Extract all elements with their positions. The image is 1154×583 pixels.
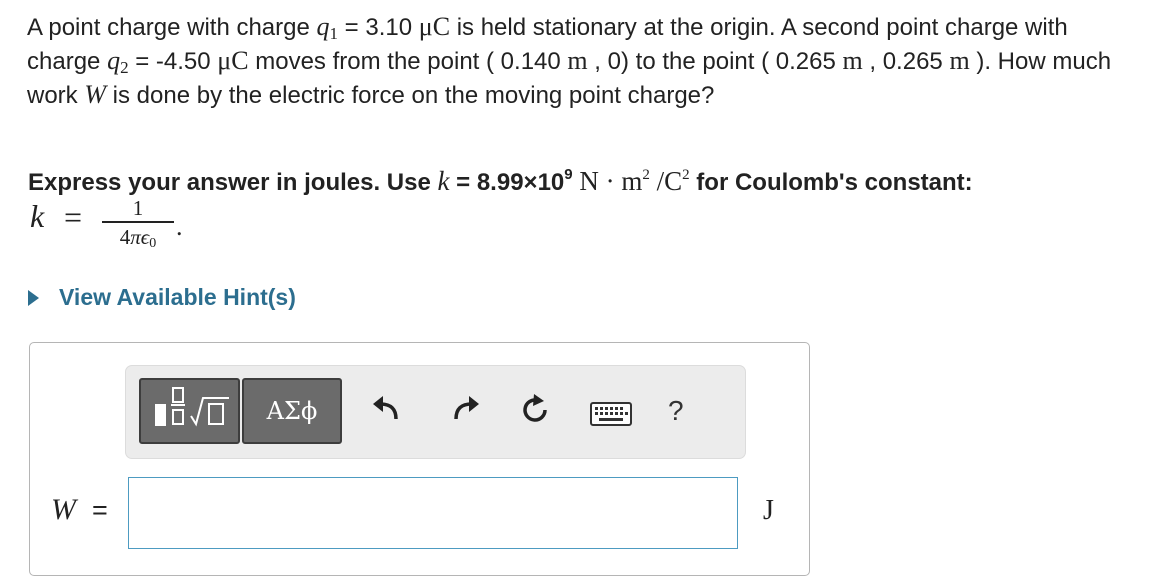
reset-icon[interactable] — [518, 393, 552, 427]
q2-symbol: q2 — [107, 46, 129, 77]
fraction-bar — [102, 221, 174, 223]
coulomb-units: N · m2 /C2 — [572, 166, 690, 196]
answer-instructions: Express your answer in joules. Use k = 8… — [28, 166, 973, 196]
period: . — [176, 212, 183, 241]
triangle-right-icon — [28, 289, 39, 306]
greek-symbols-label: ΑΣϕ — [266, 397, 318, 425]
redo-icon[interactable] — [450, 393, 482, 425]
templates-button[interactable] — [139, 378, 240, 444]
unit-meter: m — [567, 46, 588, 75]
fraction-numerator: 1 — [132, 196, 144, 220]
hint-label: View Available Hint(s) — [59, 284, 296, 310]
q1-value: = 3.10 — [338, 14, 419, 41]
problem-text: , 0.265 — [862, 48, 950, 75]
fraction: 1 4πϵ0 — [102, 196, 174, 251]
work-answer-input[interactable] — [128, 477, 738, 549]
unit-meter: m — [842, 46, 863, 75]
greek-symbols-button[interactable]: ΑΣϕ — [242, 378, 342, 444]
answer-equals: = — [92, 495, 108, 525]
problem-text: is done by the electric force on the mov… — [106, 82, 715, 109]
keyboard-icon[interactable] — [590, 402, 632, 426]
undo-icon[interactable] — [370, 393, 402, 425]
unit-meter: m — [949, 46, 970, 75]
equals-sign: = — [64, 199, 83, 235]
problem-text: , 0) to the point ( 0.265 — [587, 48, 843, 75]
answer-variable: W — [51, 493, 76, 526]
answer-panel: ΑΣϕ ? W = J — [29, 342, 810, 576]
view-hints-link[interactable]: View Available Hint(s) — [28, 284, 296, 311]
help-button[interactable]: ? — [668, 395, 684, 427]
problem-statement: A point charge with charge q1 = 3.10 μC … — [27, 10, 1127, 112]
unit-microcoulomb: μC — [217, 46, 249, 75]
q2-value: = -4.50 — [128, 48, 218, 75]
unit-microcoulomb: μC — [418, 12, 451, 41]
k-symbol: k — [30, 198, 45, 234]
answer-unit: J — [763, 495, 774, 526]
problem-text: A point charge with charge — [27, 14, 317, 41]
work-symbol: W — [84, 80, 107, 109]
q1-symbol: q1 — [316, 12, 339, 43]
templates-icon — [155, 387, 229, 427]
math-toolbar: ΑΣϕ ? — [125, 365, 746, 459]
fraction-denominator: 4πϵ0 — [119, 224, 157, 251]
k-symbol: k — [437, 166, 450, 196]
problem-text: moves from the point ( 0.140 — [248, 48, 568, 75]
